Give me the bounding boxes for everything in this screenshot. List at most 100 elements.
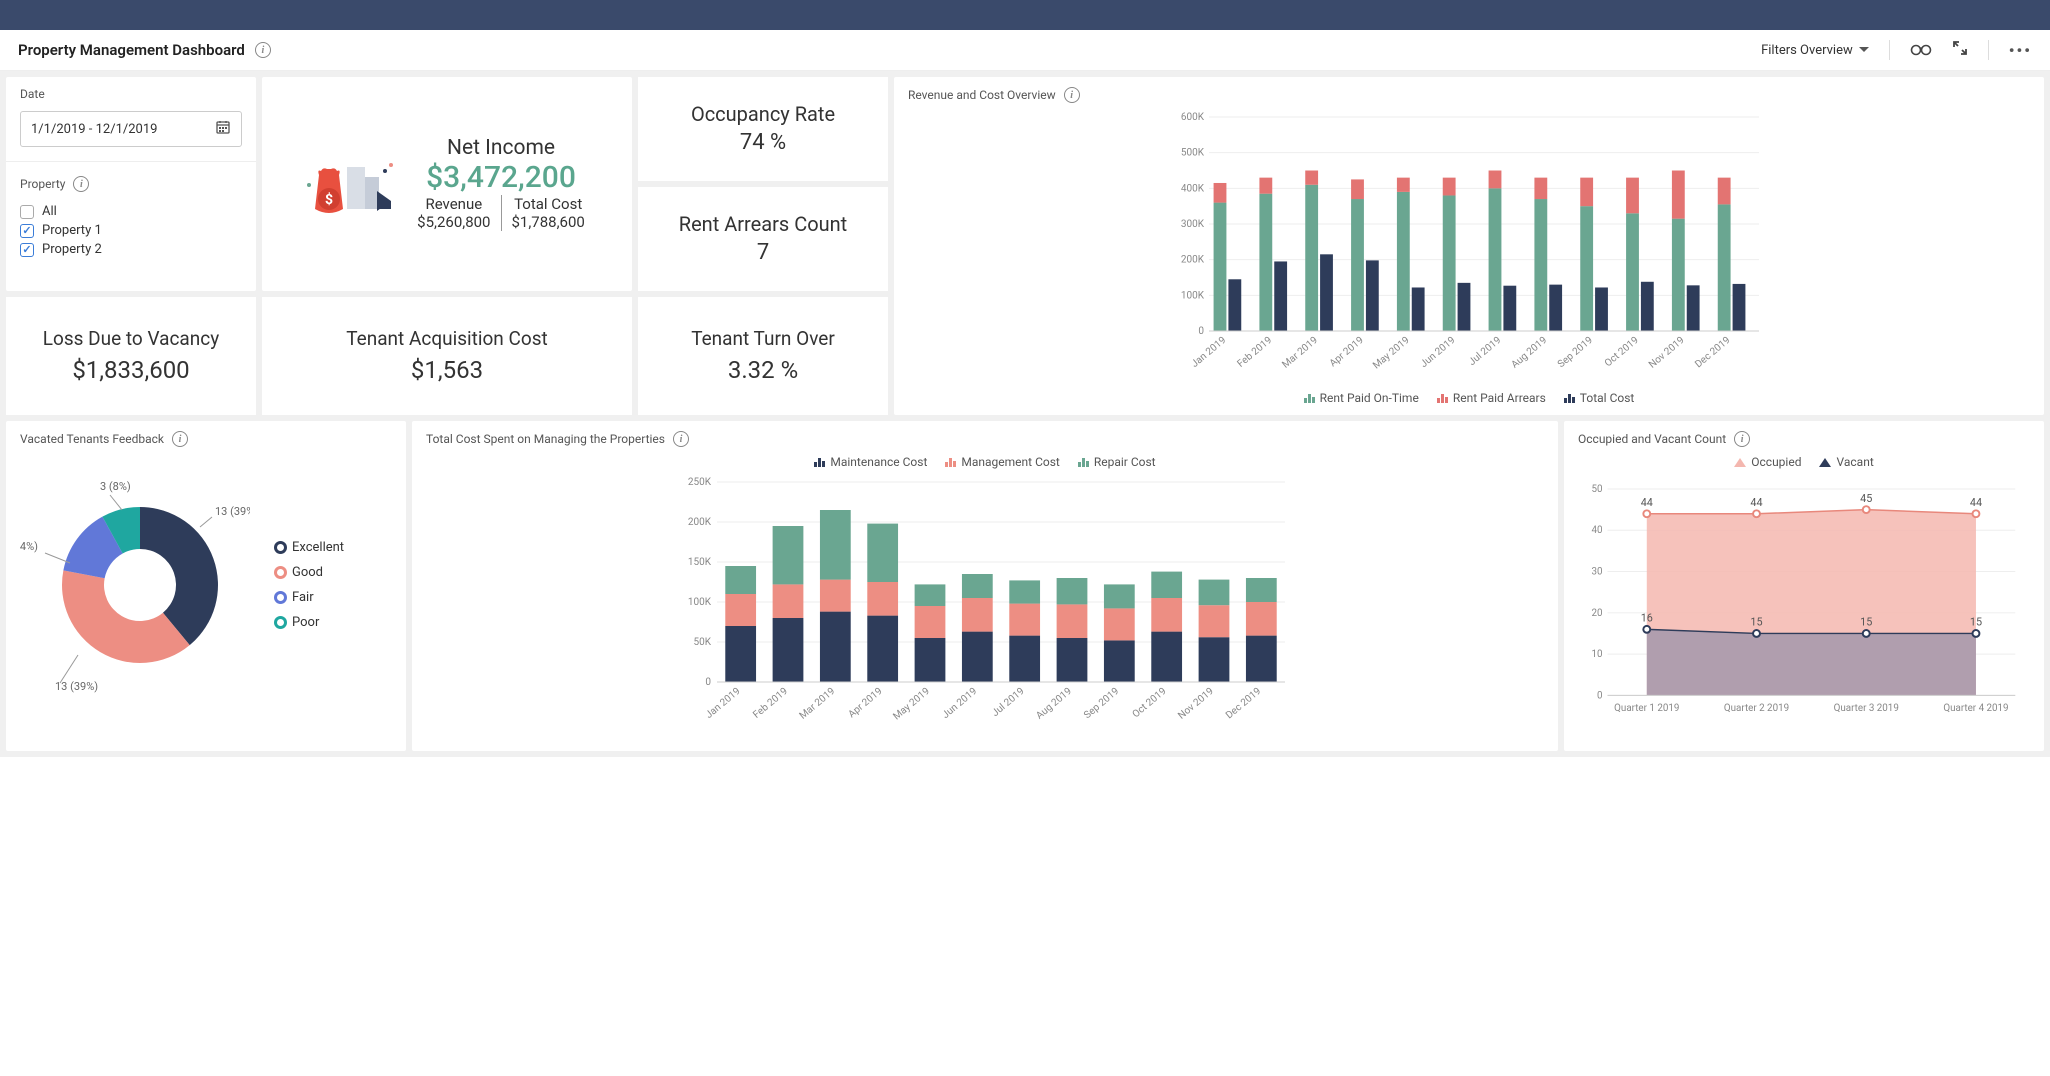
legend-item[interactable]: Maintenance Cost bbox=[814, 455, 927, 469]
svg-text:100K: 100K bbox=[688, 597, 712, 608]
svg-text:Aug 2019: Aug 2019 bbox=[1034, 686, 1074, 722]
info-icon[interactable]: i bbox=[172, 431, 188, 447]
svg-text:Oct 2019: Oct 2019 bbox=[1603, 335, 1641, 369]
svg-text:5 (14%): 5 (14%) bbox=[20, 540, 38, 553]
kpi-column: Occupancy Rate 74 % Rent Arrears Count 7 bbox=[638, 77, 888, 291]
svg-text:Dec 2019: Dec 2019 bbox=[1693, 335, 1732, 370]
svg-text:Feb 2019: Feb 2019 bbox=[1235, 335, 1274, 370]
svg-text:May 2019: May 2019 bbox=[891, 686, 932, 723]
svg-text:Apr 2019: Apr 2019 bbox=[1328, 335, 1366, 369]
legend-item[interactable]: Repair Cost bbox=[1078, 455, 1156, 469]
legend-item[interactable]: Vacant bbox=[1819, 455, 1873, 469]
svg-text:200K: 200K bbox=[688, 517, 712, 528]
chart-title: Revenue and Cost Overview bbox=[908, 88, 1056, 102]
chart-title: Occupied and Vacant Count bbox=[1578, 432, 1726, 446]
occupancy-label: Occupancy Rate bbox=[691, 102, 835, 126]
chart-title: Vacated Tenants Feedback bbox=[20, 432, 164, 446]
legend-item[interactable]: Excellent bbox=[274, 540, 344, 555]
info-icon[interactable]: i bbox=[73, 176, 89, 192]
date-range-input[interactable]: 1/1/2019 - 12/1/2019 bbox=[20, 111, 242, 147]
filters-label: Filters Overview bbox=[1761, 43, 1853, 58]
legend-item[interactable]: Fair bbox=[274, 590, 344, 605]
svg-text:10: 10 bbox=[1592, 649, 1603, 660]
total-cost-value: $1,788,600 bbox=[512, 213, 585, 231]
svg-text:Jul 2019: Jul 2019 bbox=[990, 686, 1027, 719]
svg-text:Quarter 1 2019: Quarter 1 2019 bbox=[1614, 703, 1679, 714]
legend-item[interactable]: Occupied bbox=[1734, 455, 1801, 469]
svg-text:Sep 2019: Sep 2019 bbox=[1556, 335, 1595, 370]
svg-text:Quarter 3 2019: Quarter 3 2019 bbox=[1834, 703, 1899, 714]
svg-text:Jul 2019: Jul 2019 bbox=[1467, 335, 1504, 368]
info-icon[interactable]: i bbox=[1734, 431, 1750, 447]
svg-text:200K: 200K bbox=[1181, 255, 1205, 266]
legend-item[interactable]: Total Cost bbox=[1564, 391, 1635, 405]
expand-icon[interactable] bbox=[1952, 40, 1968, 60]
money-buildings-icon: $ bbox=[299, 149, 389, 219]
filters-overview-button[interactable]: Filters Overview bbox=[1761, 43, 1869, 58]
legend-item[interactable]: Poor bbox=[274, 615, 344, 630]
svg-text:15: 15 bbox=[1860, 616, 1872, 629]
legend-item[interactable]: Rent Paid On-Time bbox=[1304, 391, 1419, 405]
revenue-value: $5,260,800 bbox=[417, 213, 490, 231]
legend-item[interactable]: Management Cost bbox=[945, 455, 1059, 469]
svg-text:3 (8%): 3 (8%) bbox=[100, 480, 131, 493]
arrears-card: Rent Arrears Count 7 bbox=[638, 187, 888, 291]
svg-text:0: 0 bbox=[1198, 326, 1204, 337]
svg-text:44: 44 bbox=[1750, 496, 1762, 509]
date-value: 1/1/2019 - 12/1/2019 bbox=[31, 122, 157, 137]
svg-text:Nov 2019: Nov 2019 bbox=[1647, 335, 1687, 371]
top-bar bbox=[0, 0, 2050, 30]
svg-text:Quarter 2 2019: Quarter 2 2019 bbox=[1724, 703, 1789, 714]
occupancy-card: Occupancy Rate 74 % bbox=[638, 77, 888, 181]
svg-text:Mar 2019: Mar 2019 bbox=[798, 686, 838, 722]
svg-text:13 (39%): 13 (39%) bbox=[215, 505, 250, 518]
info-icon[interactable]: i bbox=[673, 431, 689, 447]
occupancy-value: 74 % bbox=[740, 130, 786, 155]
arrears-value: 7 bbox=[757, 240, 769, 265]
svg-text:40: 40 bbox=[1592, 525, 1603, 536]
property-option[interactable]: All bbox=[20, 202, 242, 221]
svg-text:50: 50 bbox=[1592, 484, 1603, 495]
revenue-chart-card: Revenue and Cost Overview i 0100K200K300… bbox=[894, 77, 2044, 415]
arrears-label: Rent Arrears Count bbox=[679, 212, 847, 236]
property-label: Property i bbox=[20, 176, 242, 192]
info-icon[interactable]: i bbox=[255, 42, 271, 58]
filters-panel: Date 1/1/2019 - 12/1/2019 Property i All… bbox=[6, 77, 256, 291]
svg-text:400K: 400K bbox=[1181, 183, 1205, 194]
legend-item[interactable]: Rent Paid Arrears bbox=[1437, 391, 1546, 405]
page-header: Property Management Dashboard i Filters … bbox=[0, 30, 2050, 71]
svg-text:13 (39%): 13 (39%) bbox=[55, 680, 98, 693]
svg-text:500K: 500K bbox=[1181, 148, 1205, 159]
turnover-label: Tenant Turn Over bbox=[691, 327, 835, 350]
feedback-card: Vacated Tenants Feedback i 13 (39%)13 (3… bbox=[6, 421, 406, 751]
page-title: Property Management Dashboard bbox=[18, 41, 245, 59]
svg-text:Jun 2019: Jun 2019 bbox=[940, 686, 979, 721]
acquisition-card: Tenant Acquisition Cost $1,563 bbox=[262, 297, 632, 416]
vacancy-loss-label: Loss Due to Vacancy bbox=[43, 327, 219, 350]
svg-text:30: 30 bbox=[1592, 566, 1603, 577]
svg-text:Jan 2019: Jan 2019 bbox=[1190, 335, 1229, 370]
svg-text:Aug 2019: Aug 2019 bbox=[1510, 335, 1550, 371]
property-option[interactable]: ✓Property 1 bbox=[20, 221, 242, 240]
svg-text:50K: 50K bbox=[693, 637, 711, 648]
more-icon[interactable]: ••• bbox=[2009, 41, 2032, 60]
occupied-legend: Occupied Vacant bbox=[1578, 455, 2030, 469]
feedback-donut-chart: 13 (39%) 13 (39%) 5 (14%) 3 (8%) bbox=[20, 455, 250, 715]
vacancy-loss-value: $1,833,600 bbox=[72, 356, 189, 384]
occupied-vacant-chart: 010203040504444454416151515Quarter 1 201… bbox=[1578, 477, 2030, 727]
cost-legend: Maintenance Cost Management Cost Repair Co… bbox=[426, 455, 1544, 469]
svg-text:16: 16 bbox=[1641, 611, 1653, 624]
net-income-card: $ Net Income $3,472,200 Revenue $5,260,8… bbox=[262, 77, 632, 291]
legend-item[interactable]: Good bbox=[274, 565, 344, 580]
svg-text:Jun 2019: Jun 2019 bbox=[1419, 335, 1458, 370]
acquisition-label: Tenant Acquisition Cost bbox=[346, 327, 548, 350]
revenue-legend: Rent Paid On-Time Rent Paid Arrears Total … bbox=[908, 391, 2030, 405]
svg-text:Apr 2019: Apr 2019 bbox=[846, 686, 884, 720]
glasses-icon[interactable] bbox=[1910, 41, 1932, 60]
info-icon[interactable]: i bbox=[1064, 87, 1080, 103]
chart-title: Total Cost Spent on Managing the Propert… bbox=[426, 432, 665, 446]
svg-text:Quarter 4 2019: Quarter 4 2019 bbox=[1943, 703, 2008, 714]
svg-text:100K: 100K bbox=[1181, 290, 1205, 301]
chevron-down-icon bbox=[1859, 47, 1869, 53]
property-option[interactable]: ✓Property 2 bbox=[20, 240, 242, 259]
